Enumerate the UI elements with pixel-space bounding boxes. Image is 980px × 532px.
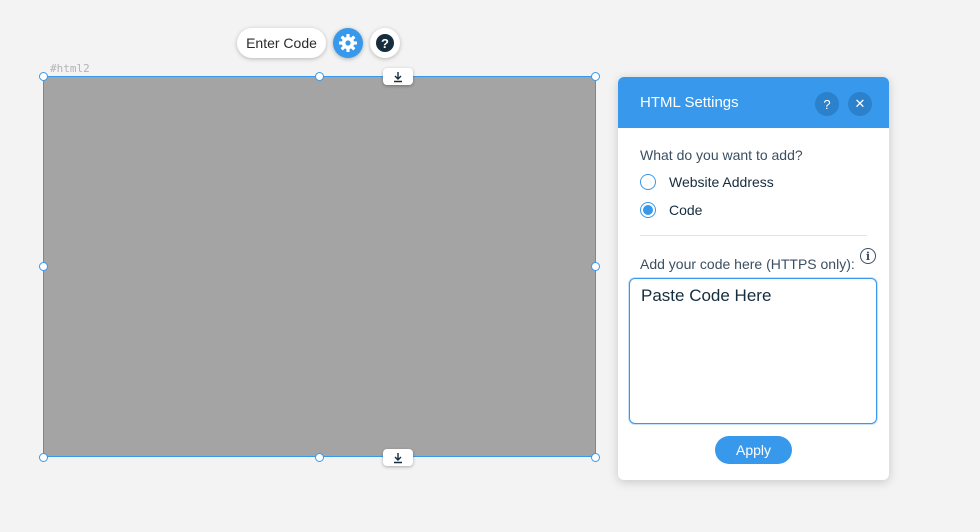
radio-button[interactable] bbox=[640, 174, 656, 190]
html-component[interactable] bbox=[43, 76, 596, 457]
resize-handle-top-left[interactable] bbox=[39, 72, 48, 81]
enter-code-button[interactable]: Enter Code bbox=[237, 28, 326, 58]
resize-handle-bottom-right[interactable] bbox=[591, 453, 600, 462]
settings-button[interactable] bbox=[333, 28, 363, 58]
panel-close-button[interactable]: ✕ bbox=[848, 92, 872, 116]
close-icon: ✕ bbox=[854, 96, 866, 111]
resize-handle-bottom[interactable] bbox=[315, 453, 324, 462]
radio-label: Code bbox=[669, 202, 703, 218]
divider bbox=[640, 235, 867, 236]
resize-handle-right[interactable] bbox=[591, 262, 600, 271]
help-icon: ? bbox=[376, 34, 394, 52]
component-id-label: #html2 bbox=[50, 62, 90, 75]
radio-label: Website Address bbox=[669, 174, 774, 190]
stretch-icon bbox=[394, 71, 402, 82]
resize-handle-top[interactable] bbox=[315, 72, 324, 81]
resize-handle-left[interactable] bbox=[39, 262, 48, 271]
html-settings-panel: HTML Settings ? ✕ What do you want to ad… bbox=[618, 77, 889, 480]
help-icon: ? bbox=[823, 96, 831, 112]
apply-button[interactable]: Apply bbox=[715, 436, 792, 464]
radio-code[interactable]: Code bbox=[640, 202, 702, 218]
code-field-label: Add your code here (HTTPS only): bbox=[640, 256, 855, 272]
panel-help-button[interactable]: ? bbox=[815, 92, 839, 116]
panel-title: HTML Settings bbox=[640, 94, 739, 111]
resize-handle-top-right[interactable] bbox=[591, 72, 600, 81]
stretch-handle-top[interactable] bbox=[383, 68, 413, 85]
help-button[interactable]: ? bbox=[370, 28, 400, 58]
stretch-icon bbox=[394, 452, 402, 463]
radio-button-selected[interactable] bbox=[640, 202, 656, 218]
resize-handle-bottom-left[interactable] bbox=[39, 453, 48, 462]
info-icon[interactable]: i bbox=[860, 248, 876, 264]
stretch-handle-bottom[interactable] bbox=[383, 449, 413, 466]
radio-website-address[interactable]: Website Address bbox=[640, 174, 774, 190]
code-textarea[interactable] bbox=[629, 278, 877, 424]
add-type-question: What do you want to add? bbox=[640, 147, 803, 163]
gear-icon bbox=[339, 34, 357, 52]
panel-header: HTML Settings ? ✕ bbox=[618, 77, 889, 128]
